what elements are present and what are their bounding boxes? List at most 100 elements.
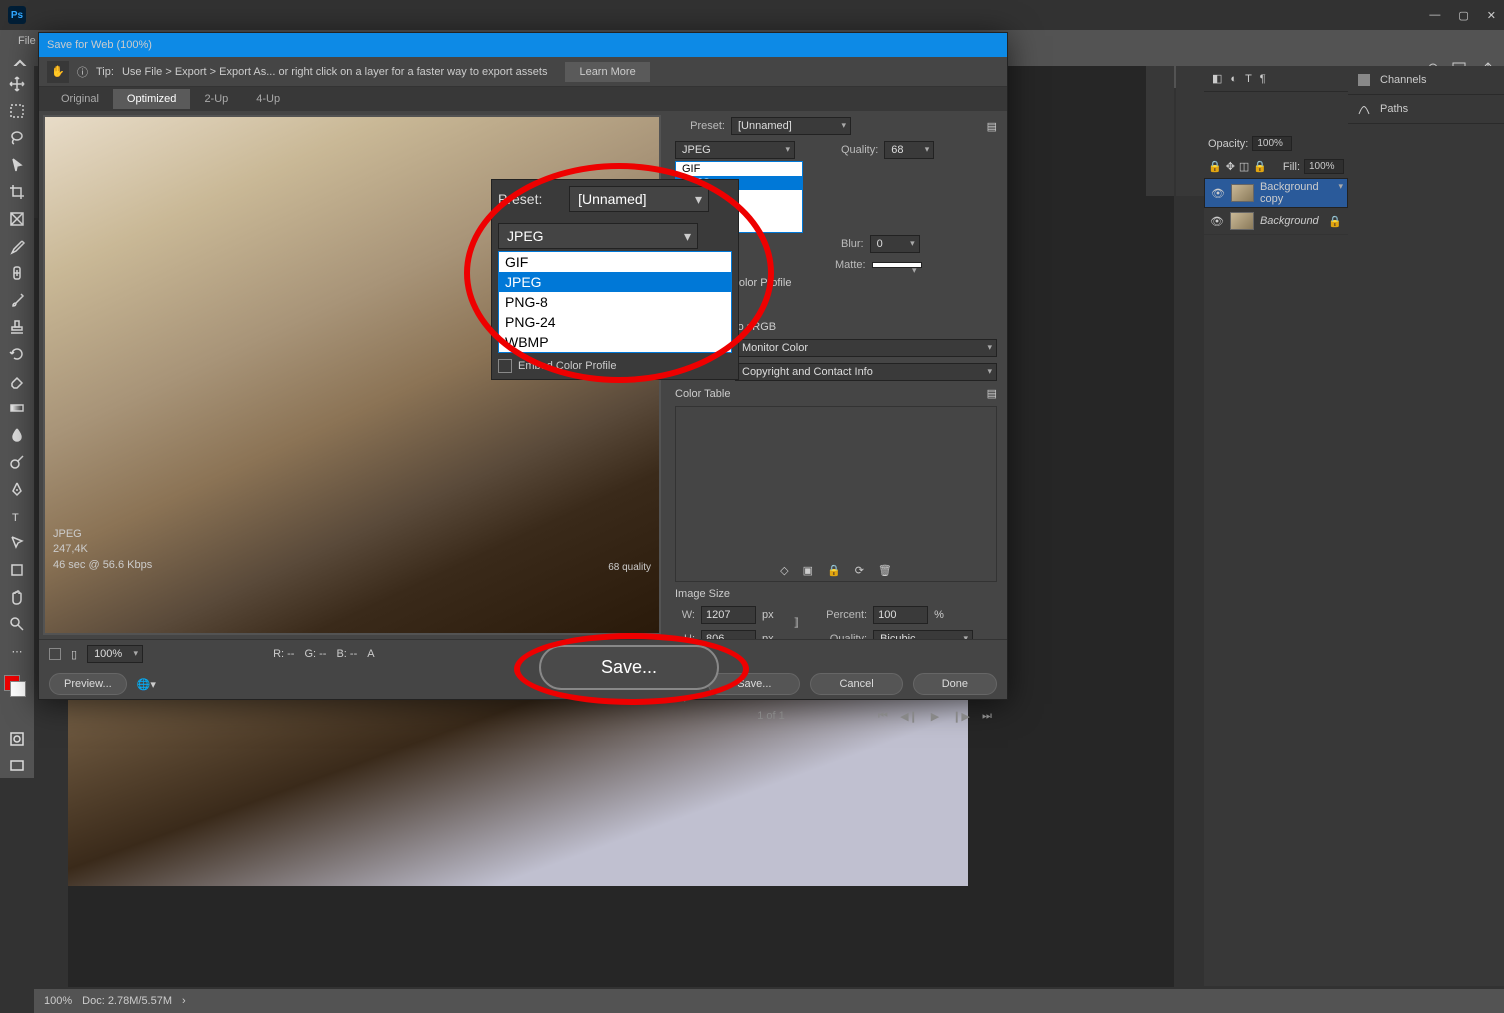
tab-optimized[interactable]: Optimized <box>113 89 191 109</box>
ct-icon-4[interactable]: ⟳ <box>855 564 864 577</box>
blur-tool[interactable] <box>4 423 30 447</box>
visibility-icon[interactable]: 👁 <box>1210 215 1224 228</box>
history-brush-tool[interactable] <box>4 342 30 366</box>
matte-select[interactable] <box>872 262 922 268</box>
width-input[interactable] <box>701 606 756 624</box>
type-panel-icon[interactable]: T <box>1245 73 1252 85</box>
brush-tool[interactable] <box>4 288 30 312</box>
tab-4up[interactable]: 4-Up <box>242 89 294 109</box>
footer-zoom-select[interactable]: 100% <box>87 645 143 663</box>
footer-checkbox[interactable] <box>49 648 61 660</box>
channels-tab[interactable]: Channels <box>1348 66 1504 95</box>
cancel-button[interactable]: Cancel <box>810 673 902 695</box>
ct-icon-1[interactable]: ◇ <box>780 564 788 577</box>
opacity-label: Opacity: <box>1208 138 1248 150</box>
enlarged-option-jpeg[interactable]: JPEG <box>499 272 731 292</box>
eyedropper-tool[interactable] <box>4 234 30 258</box>
fill-value[interactable]: 100% <box>1304 159 1344 174</box>
enlarged-save-button[interactable]: Save... <box>539 645 719 690</box>
preset-menu-icon[interactable]: ▤ <box>987 120 997 133</box>
healing-tool[interactable] <box>4 261 30 285</box>
hand-tool-icon[interactable]: ✋ <box>47 61 69 83</box>
next-frame-button[interactable]: ❙▶ <box>951 708 971 724</box>
tab-2up[interactable]: 2-Up <box>190 89 242 109</box>
dialog-title: Save for Web (100%) <box>47 39 152 51</box>
zoom-tool-primary[interactable] <box>4 612 30 636</box>
eraser-tool[interactable] <box>4 369 30 393</box>
lock-all-icon[interactable]: 🔒 <box>1253 160 1267 173</box>
color-swatches[interactable] <box>4 675 30 699</box>
swatches-panel-icon[interactable]: ◐ <box>1230 73 1237 85</box>
last-frame-button[interactable]: ⏭ <box>977 708 997 724</box>
lasso-tool[interactable] <box>4 126 30 150</box>
quality-value[interactable]: 68 <box>884 141 934 159</box>
play-button[interactable]: ▶ <box>925 708 945 724</box>
learn-more-button[interactable]: Learn More <box>565 62 649 82</box>
stamp-tool[interactable] <box>4 315 30 339</box>
format-select[interactable]: JPEG <box>675 141 795 159</box>
ct-icon-3[interactable]: 🔒 <box>827 564 841 577</box>
lock-fill-icon[interactable]: ◫ <box>1239 160 1249 173</box>
quick-mask-icon[interactable] <box>4 727 30 751</box>
preset-label: Preset: <box>675 120 725 132</box>
blur-value[interactable]: 0 <box>870 235 920 253</box>
screen-mode-icon[interactable] <box>4 754 30 778</box>
marquee-tool[interactable] <box>4 99 30 123</box>
pen-tool[interactable] <box>4 477 30 501</box>
prev-frame-button[interactable]: ◀❙ <box>899 708 919 724</box>
opacity-value[interactable]: 100% <box>1252 136 1292 151</box>
maximize-button[interactable]: ▢ <box>1458 9 1468 22</box>
enlarged-option-gif[interactable]: GIF <box>499 252 731 272</box>
collapsed-panel-2[interactable] <box>1176 66 1204 196</box>
dialog-titlebar[interactable]: Save for Web (100%) <box>39 33 1007 57</box>
layer-background-copy[interactable]: 👁 Background copy <box>1204 178 1348 208</box>
layer-background[interactable]: 👁 Background 🔒 <box>1204 208 1348 235</box>
minimize-button[interactable]: — <box>1429 9 1440 22</box>
enlarged-option-png24[interactable]: PNG-24 <box>499 312 731 332</box>
save-button[interactable]: Save... <box>708 673 800 695</box>
enlarged-option-wbmp[interactable]: WBMP <box>499 332 731 352</box>
lock-icon[interactable]: 🔒 <box>1208 160 1222 173</box>
enlarged-option-png8[interactable]: PNG-8 <box>499 292 731 312</box>
type-tool[interactable]: T <box>4 504 30 528</box>
metadata-select[interactable]: Copyright and Contact Info <box>735 363 997 381</box>
preview-color-select[interactable]: Monitor Color <box>735 339 997 357</box>
crop-tool[interactable] <box>4 180 30 204</box>
path-select-tool[interactable] <box>4 531 30 555</box>
paragraph-panel-icon[interactable]: ¶ <box>1260 73 1266 85</box>
close-button[interactable]: ✕ <box>1487 9 1496 22</box>
collapsed-panel-1[interactable] <box>1146 66 1174 196</box>
status-bar: 100% Doc: 2.78M/5.57M › <box>34 989 1504 1013</box>
enlarged-embed-checkbox[interactable] <box>498 359 512 373</box>
percent-input[interactable] <box>873 606 928 624</box>
gradient-tool[interactable] <box>4 396 30 420</box>
hand-tool[interactable] <box>4 585 30 609</box>
quick-select-tool[interactable] <box>4 153 30 177</box>
frame-tool[interactable] <box>4 207 30 231</box>
lock-move-icon[interactable]: ✥ <box>1226 160 1235 173</box>
shape-tool[interactable] <box>4 558 30 582</box>
ct-icon-2[interactable]: ▣ <box>803 564 813 577</box>
preset-select[interactable]: [Unnamed] <box>731 117 851 135</box>
paths-tab[interactable]: Paths <box>1348 95 1504 124</box>
footer-checkbox-2[interactable]: ▯ <box>71 648 77 661</box>
preview-button[interactable]: Preview... <box>49 673 127 695</box>
dodge-tool[interactable] <box>4 450 30 474</box>
format-option-gif[interactable]: GIF <box>676 162 802 176</box>
color-panel-icon[interactable]: ◧ <box>1212 72 1222 85</box>
enlarged-preset-select[interactable]: [Unnamed] <box>569 186 709 212</box>
ct-icon-5[interactable]: 🗑 <box>878 564 892 577</box>
more-tools-icon[interactable]: ⋯ <box>4 639 30 663</box>
enlarged-format-select[interactable]: JPEG <box>498 223 698 249</box>
status-arrow-icon[interactable]: › <box>182 995 186 1007</box>
color-table-menu-icon[interactable]: ▤ <box>987 387 997 400</box>
tab-original[interactable]: Original <box>47 89 113 109</box>
enlarged-embed-label: Embed Color Profile <box>518 360 616 372</box>
browser-menu-icon[interactable]: 🌐▾ <box>137 678 156 691</box>
first-frame-button[interactable]: ⏮ <box>873 708 893 724</box>
app-logo: Ps <box>8 6 26 24</box>
move-tool[interactable] <box>4 72 30 96</box>
zoom-value[interactable]: 100% <box>44 995 72 1007</box>
visibility-icon[interactable]: 👁 <box>1211 187 1225 200</box>
done-button[interactable]: Done <box>913 673 997 695</box>
